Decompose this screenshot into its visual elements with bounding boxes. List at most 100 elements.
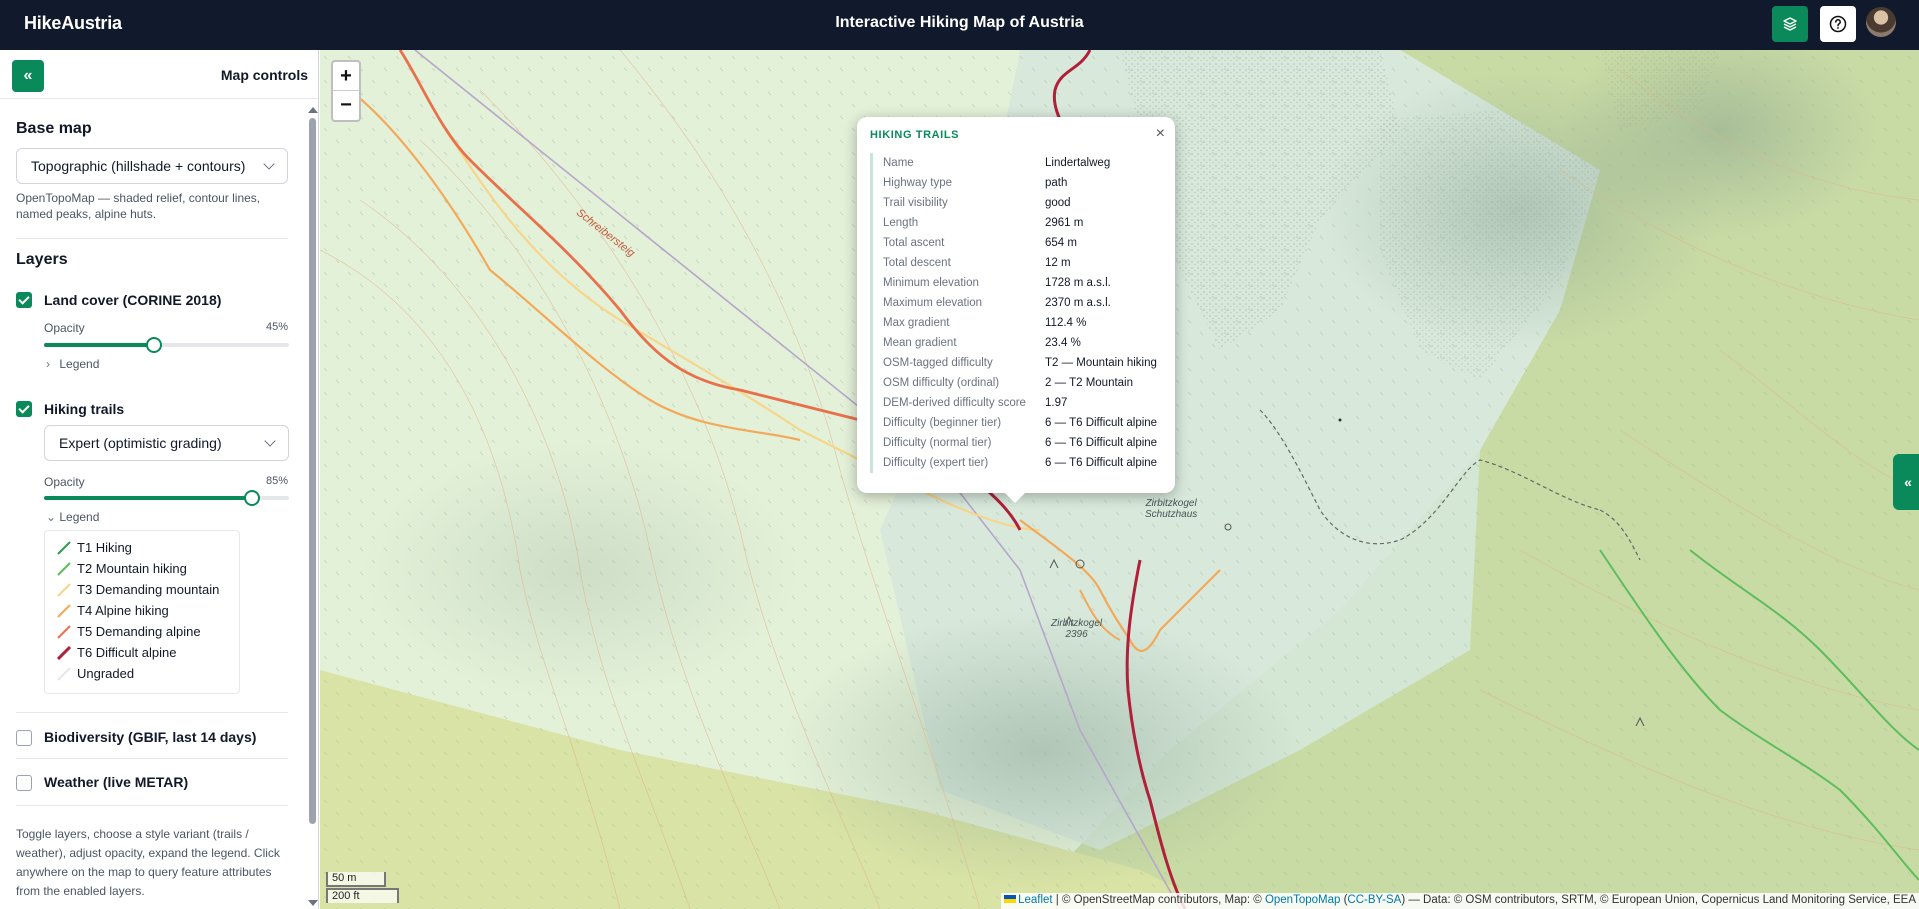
popup-row-key: Total ascent bbox=[883, 237, 945, 249]
popup-attributes: Name Lindertalweg Highway type path Trail vi… bbox=[870, 153, 1157, 473]
legend-toggle-label: Legend bbox=[59, 510, 100, 524]
scale-bar-metric: 50 m bbox=[326, 872, 386, 887]
layers-button[interactable] bbox=[1772, 6, 1808, 42]
legend-label: T5 Demanding alpine bbox=[77, 624, 201, 639]
sidebar-divider bbox=[0, 98, 318, 99]
layers-heading: Layers bbox=[16, 251, 68, 268]
legend-swatch-icon bbox=[57, 646, 71, 660]
popup-title: HIKING TRAILS bbox=[870, 129, 960, 141]
popup-row: Name Lindertalweg bbox=[883, 153, 1157, 173]
hiking-trails-label: Hiking trails bbox=[44, 401, 125, 417]
popup-row-key: Difficulty (expert tier) bbox=[883, 457, 989, 469]
feature-popup: × HIKING TRAILS Name Lindertalweg Highway … bbox=[857, 117, 1175, 503]
popup-row-value: 2370 m a.s.l. bbox=[1045, 297, 1111, 309]
legend-item: T4 Alpine hiking bbox=[55, 602, 239, 623]
leaflet-link[interactable]: Leaflet bbox=[1018, 894, 1053, 906]
attribution-text-2: — Data: © OSM contributors, SRTM, © Euro… bbox=[1405, 894, 1916, 906]
peak-label: Zirbitzkogel 2396 bbox=[1051, 618, 1102, 640]
land-cover-opacity-value: 45% bbox=[265, 321, 288, 333]
slider-thumb[interactable] bbox=[244, 490, 261, 506]
popup-row-key: OSM difficulty (ordinal) bbox=[883, 377, 1000, 389]
brand-logo[interactable]: HikeAustria bbox=[24, 13, 122, 34]
popup-row-key: OSM-tagged difficulty bbox=[883, 357, 993, 369]
popup-row: Total ascent 654 m bbox=[883, 233, 1157, 253]
popup-row: Highway type path bbox=[883, 173, 1157, 193]
land-cover-checkbox[interactable] bbox=[16, 292, 32, 308]
legend-toggle-label: Legend bbox=[59, 357, 100, 371]
legend-label: T2 Mountain hiking bbox=[77, 561, 187, 576]
legend-swatch-icon bbox=[57, 625, 71, 639]
base-map-selected: Topographic (hillshade + contours) bbox=[31, 158, 246, 174]
legend-item: T3 Demanding mountain bbox=[55, 581, 239, 602]
popup-close-button[interactable]: × bbox=[1156, 125, 1165, 143]
popup-row: Difficulty (expert tier) 6 — T6 Difficult… bbox=[883, 453, 1157, 473]
cc-by-sa-link[interactable]: CC-BY-SA bbox=[1347, 894, 1401, 906]
popup-row: Difficulty (beginner tier) 6 — T6 Difficu… bbox=[883, 413, 1157, 433]
popup-row: Difficulty (normal tier) 6 — T6 Difficult… bbox=[883, 433, 1157, 453]
ukraine-flag-icon bbox=[1004, 895, 1017, 903]
scroll-down-icon[interactable] bbox=[308, 900, 318, 906]
attribution-text-1: | © OpenStreetMap contributors, Map: © bbox=[1052, 894, 1265, 906]
popup-row-key: Total descent bbox=[883, 257, 951, 269]
biodiversity-label: Biodiversity (GBIF, last 14 days) bbox=[44, 729, 257, 745]
popup-row-value: 6 — T6 Difficult alpine bbox=[1045, 457, 1158, 469]
popup-row: Mean gradient 23.4 % bbox=[883, 333, 1157, 353]
legend-swatch-icon bbox=[57, 541, 71, 555]
popup-row: Maximum elevation 2370 m a.s.l. bbox=[883, 293, 1157, 313]
peak-name: Zirbitzkogel bbox=[1051, 618, 1103, 629]
chevrons-left-icon: « bbox=[23, 67, 33, 84]
sidebar-scrollbar[interactable] bbox=[307, 104, 318, 909]
popup-row: Length 2961 m bbox=[883, 213, 1157, 233]
land-cover-opacity-slider[interactable] bbox=[44, 337, 289, 353]
popup-row-value: path bbox=[1045, 177, 1068, 189]
trails-opacity-label: Opacity bbox=[44, 475, 85, 489]
popup-row-key: Difficulty (beginner tier) bbox=[883, 417, 1002, 429]
expand-right-panel-button[interactable]: « bbox=[1893, 454, 1919, 510]
scroll-up-icon[interactable] bbox=[308, 107, 318, 113]
layers-icon bbox=[1783, 17, 1797, 31]
popup-row-key: Name bbox=[883, 157, 914, 169]
popup-row-value: 112.4 % bbox=[1045, 317, 1087, 329]
divider bbox=[16, 238, 288, 239]
popup-row-key: Max gradient bbox=[883, 317, 950, 329]
hiking-trails-checkbox[interactable] bbox=[16, 401, 32, 417]
land-cover-label: Land cover (CORINE 2018) bbox=[44, 292, 222, 308]
slider-thumb[interactable] bbox=[146, 337, 163, 353]
biodiversity-checkbox[interactable] bbox=[16, 730, 32, 746]
help-button[interactable] bbox=[1820, 6, 1856, 42]
land-cover-legend-toggle[interactable]: › Legend bbox=[46, 357, 99, 371]
map-canvas[interactable]: Zirbitzkogel Schutzhaus Zirbitzkogel 239… bbox=[320, 50, 1919, 909]
popup-row-value: Lindertalweg bbox=[1045, 157, 1111, 169]
collapse-sidebar-button[interactable]: « bbox=[12, 60, 44, 92]
weather-label: Weather (live METAR) bbox=[44, 774, 189, 790]
user-avatar[interactable] bbox=[1866, 7, 1896, 37]
page-title: Interactive Hiking Map of Austria bbox=[835, 14, 1084, 31]
trail-style-selected: Expert (optimistic grading) bbox=[59, 435, 222, 451]
legend-swatch-icon bbox=[57, 667, 71, 681]
base-map-select[interactable]: Topographic (hillshade + contours) bbox=[16, 148, 288, 184]
zoom-in-button[interactable]: + bbox=[333, 62, 359, 91]
popup-row-value: 1728 m a.s.l. bbox=[1045, 277, 1111, 289]
scroll-thumb[interactable] bbox=[309, 118, 316, 824]
popup-row-value: T2 — Mountain hiking bbox=[1045, 357, 1157, 369]
popup-row: Max gradient 112.4 % bbox=[883, 313, 1157, 333]
popup-row-value: 6 — T6 Difficult alpine bbox=[1045, 417, 1158, 429]
popup-row-key: Maximum elevation bbox=[883, 297, 983, 309]
zoom-out-button[interactable]: − bbox=[333, 91, 359, 120]
legend-label: T3 Demanding mountain bbox=[77, 582, 220, 597]
divider bbox=[16, 758, 288, 759]
map-controls-sidebar: « Map controls Base map Topographic (hil… bbox=[0, 50, 319, 909]
chevron-down-icon bbox=[263, 158, 275, 170]
weather-checkbox[interactable] bbox=[16, 775, 32, 791]
popup-row: Minimum elevation 1728 m a.s.l. bbox=[883, 273, 1157, 293]
trails-legend-toggle[interactable]: ⌄ Legend bbox=[46, 510, 99, 524]
zoom-control: + − bbox=[331, 60, 361, 122]
legend-item: T2 Mountain hiking bbox=[55, 560, 239, 581]
trail-style-select[interactable]: Expert (optimistic grading) bbox=[44, 425, 289, 461]
trails-opacity-slider[interactable] bbox=[44, 490, 289, 506]
opentopomap-link[interactable]: OpenTopoMap bbox=[1265, 894, 1340, 906]
popup-row-value: 12 m bbox=[1045, 257, 1071, 269]
divider bbox=[16, 712, 288, 713]
chevrons-left-icon: « bbox=[1904, 474, 1912, 490]
legend-label: T6 Difficult alpine bbox=[77, 645, 177, 660]
